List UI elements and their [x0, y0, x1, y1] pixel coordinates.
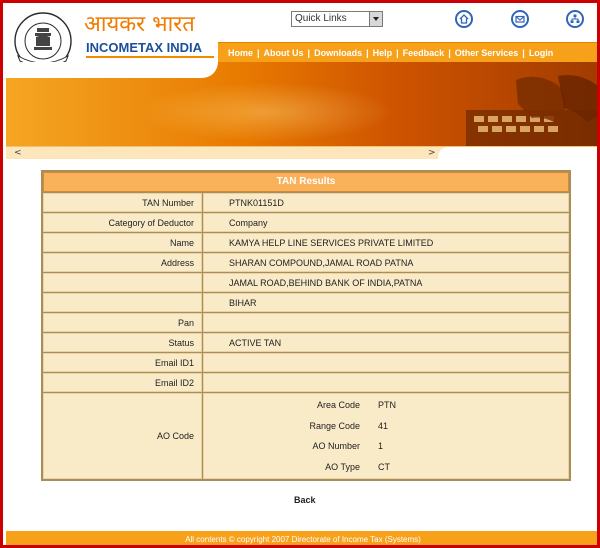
row-label: TAN Number: [43, 193, 202, 212]
nav-separator: |: [307, 47, 311, 58]
ao-value: PTN: [378, 400, 396, 410]
table-row: JAMAL ROAD,BEHIND BANK OF INDIA,PATNA: [43, 273, 569, 292]
ao-value: CT: [378, 461, 390, 472]
nav-separator: |: [396, 47, 399, 58]
table-row: Email ID1: [43, 353, 569, 372]
row-label: [43, 293, 202, 312]
nav-home[interactable]: Home: [228, 48, 253, 58]
nav-separator: |: [366, 47, 369, 58]
row-label: Email ID2: [43, 373, 202, 392]
ao-details: Area Code PTN Range Code 41 AO Number 1 …: [203, 393, 569, 479]
table-row: Email ID2: [43, 373, 569, 392]
table-row: BIHAR: [43, 293, 569, 312]
row-label: Email ID1: [43, 353, 202, 372]
mail-icon[interactable]: [511, 10, 529, 28]
page-frame: आयकर भारत INCOMETAX INDIA Quick Links Ho…: [0, 0, 600, 548]
tan-results-table: TAN Results TAN Number PTNK01151D Catego…: [41, 170, 571, 481]
results-title: TAN Results: [43, 172, 569, 192]
table-row: Address SHARAN COMPOUND,JAMAL ROAD PATNA: [43, 253, 569, 272]
ao-value: 41: [378, 420, 389, 431]
table-row: Name KAMYA HELP LINE SERVICES PRIVATE LI…: [43, 233, 569, 252]
row-value: SHARAN COMPOUND,JAMAL ROAD PATNA: [203, 253, 569, 272]
row-label: Pan: [43, 313, 202, 332]
row-value: KAMYA HELP LINE SERVICES PRIVATE LIMITED: [203, 233, 569, 252]
footer: All contents © copyright 2007 Directorat…: [6, 531, 597, 545]
ao-line: AO Type CT: [204, 457, 568, 478]
row-label: [43, 273, 202, 292]
ao-key: AO Number: [312, 441, 360, 451]
banner-corner: [6, 62, 218, 78]
slider-white-area: [438, 147, 597, 159]
banner-glow: [136, 82, 396, 142]
nav-feedback[interactable]: Feedback: [403, 48, 445, 58]
main-nav: Home | About Us | Downloads | Help | Fee…: [218, 42, 597, 62]
nav-other-services[interactable]: Other Services: [455, 48, 519, 58]
hindi-title: आयकर भारत: [84, 12, 195, 37]
nav-downloads[interactable]: Downloads: [314, 48, 362, 58]
table-row: Category of Deductor Company: [43, 213, 569, 232]
ao-grid: Area Code PTN Range Code 41 AO Number 1 …: [204, 395, 568, 477]
sitemap-icon[interactable]: [566, 10, 584, 28]
row-value: JAMAL ROAD,BEHIND BANK OF INDIA,PATNA: [203, 273, 569, 292]
chevron-down-icon[interactable]: [369, 12, 382, 26]
brand-title: INCOMETAX INDIA: [86, 40, 203, 55]
row-label: Status: [43, 333, 202, 352]
ao-line: Range Code 41: [204, 416, 568, 437]
slider-right-arrow[interactable]: >: [428, 148, 436, 158]
row-label: Category of Deductor: [43, 213, 202, 232]
row-value: [203, 353, 569, 372]
nav-separator: |: [257, 47, 260, 58]
ao-key: AO Type: [325, 461, 360, 472]
ao-key: Range Code: [309, 420, 360, 431]
ao-key: Area Code: [316, 400, 360, 410]
banner-slider: < >: [6, 146, 597, 159]
row-value: Company: [203, 213, 569, 232]
row-value: [203, 373, 569, 392]
quick-links-label: Quick Links: [295, 13, 347, 24]
row-value: PTNK01151D: [203, 193, 569, 212]
nav-login[interactable]: Login: [529, 48, 554, 58]
ao-line: AO Number 1: [204, 436, 568, 457]
quick-links-select[interactable]: Quick Links: [291, 11, 383, 27]
row-label: Address: [43, 253, 202, 272]
header-banner: [6, 62, 597, 146]
home-icon[interactable]: [455, 10, 473, 28]
row-label: Name: [43, 233, 202, 252]
slider-left-arrow[interactable]: <: [14, 148, 22, 158]
row-value: BIHAR: [203, 293, 569, 312]
row-value: ACTIVE TAN: [203, 333, 569, 352]
nav-separator: |: [448, 47, 451, 58]
nav-about-us[interactable]: About Us: [264, 48, 304, 58]
table-row: Pan: [43, 313, 569, 332]
table-row: Status ACTIVE TAN: [43, 333, 569, 352]
back-link[interactable]: Back: [294, 495, 316, 505]
table-row-ao-code: AO Code Area Code PTN Range Code 41 AO N…: [43, 393, 569, 479]
row-value: [203, 313, 569, 332]
table-row: TAN Number PTNK01151D: [43, 193, 569, 212]
nav-help[interactable]: Help: [373, 48, 393, 58]
ao-value: 1: [378, 441, 384, 451]
brand-underline: [86, 56, 214, 58]
keyboard-hands-image: [466, 75, 597, 146]
row-label: AO Code: [43, 393, 202, 479]
nav-separator: |: [522, 47, 525, 58]
ao-line: Area Code PTN: [204, 395, 568, 416]
